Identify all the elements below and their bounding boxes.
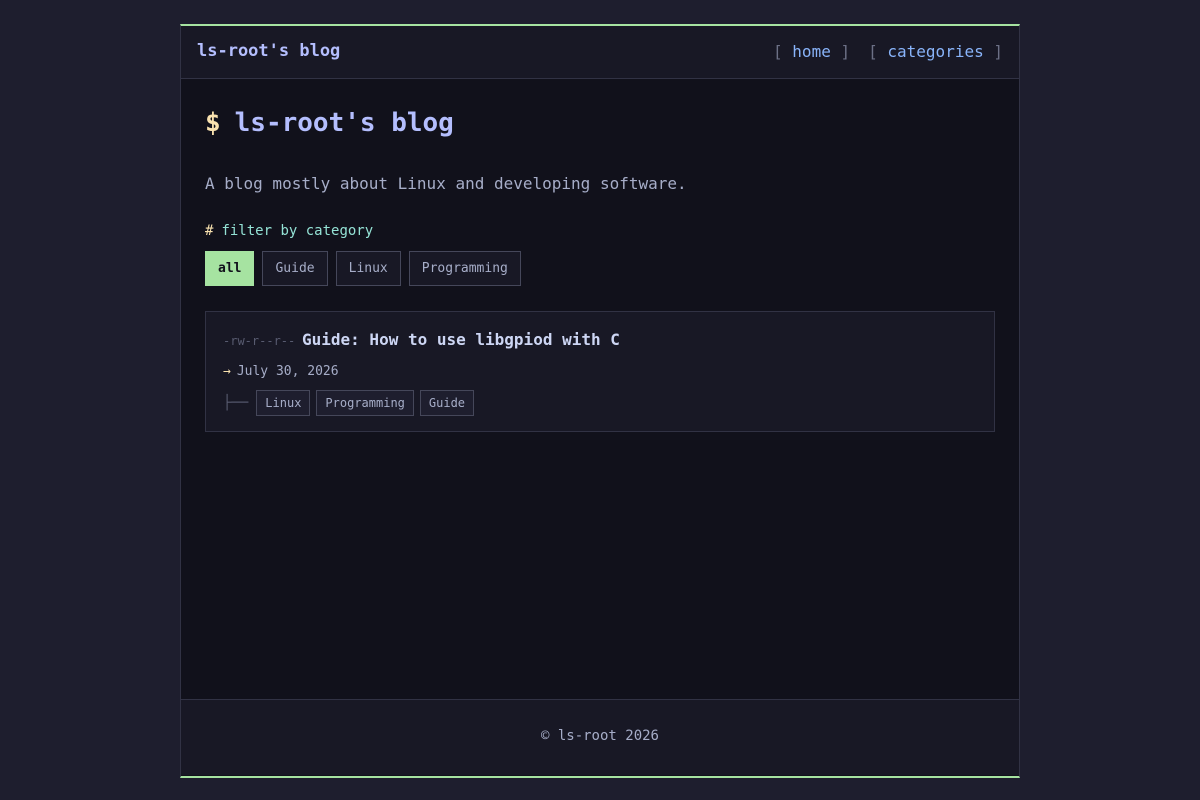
nav-item-home: [ home ] [773,42,850,61]
nav-bracket-open: [ [868,42,878,61]
filter-button-guide[interactable]: Guide [262,251,328,286]
nav-bracket-close: ] [993,42,1003,61]
date-arrow-icon: → [223,364,231,379]
nav-bracket-close: ] [840,42,851,61]
page-subtitle: A blog mostly about Linux and developing… [205,174,687,193]
prompt-symbol: $ [205,108,221,138]
tag-programming[interactable]: Programming [316,390,414,416]
nav-menu: [ home ] [ categories ] [773,42,1003,61]
top-bar: ls-root's blog [ home ] [ categories ] [181,26,1019,79]
copyright-text: © ls-root 2026 [540,728,659,744]
site-name-link[interactable]: ls-root's blog [197,41,340,61]
tag-guide[interactable]: Guide [419,390,475,416]
filter-button-all[interactable]: all [205,251,255,286]
post-permissions: -rw-r--r-- [223,334,296,348]
post-card[interactable]: -rw-r--r-- Guide: How to use libgpiod wi… [205,311,995,432]
post-tags: ├── Linux Programming Guide [223,390,475,416]
footer: © ls-root 2026 [181,699,1019,775]
filter-button-linux[interactable]: Linux [335,251,401,286]
filter-heading: # filter by category [205,223,373,239]
page-frame: ls-root's blog [ home ] [ categories ] $… [180,24,1020,778]
post-title-link[interactable]: Guide: How to use libgpiod with C [302,330,620,349]
page-title-text: ls-root's blog [234,108,454,138]
page-title: $ ls-root's blog [205,108,454,138]
filter-heading-text: filter by category [221,223,374,239]
hash-symbol: # [205,223,214,239]
nav-bracket-open: [ [773,42,783,61]
nav-link-home[interactable]: home [792,42,831,61]
tree-branch-icon: ├── [223,395,249,411]
post-date-text: July 30, 2026 [236,364,339,379]
post-date: → July 30, 2026 [223,364,339,379]
nav-item-categories: [ categories ] [868,42,1003,61]
nav-link-categories[interactable]: categories [887,42,983,61]
category-filter-bar: all Guide Linux Programming [205,251,521,286]
tag-linux[interactable]: Linux [256,390,311,416]
filter-button-programming[interactable]: Programming [408,251,521,286]
